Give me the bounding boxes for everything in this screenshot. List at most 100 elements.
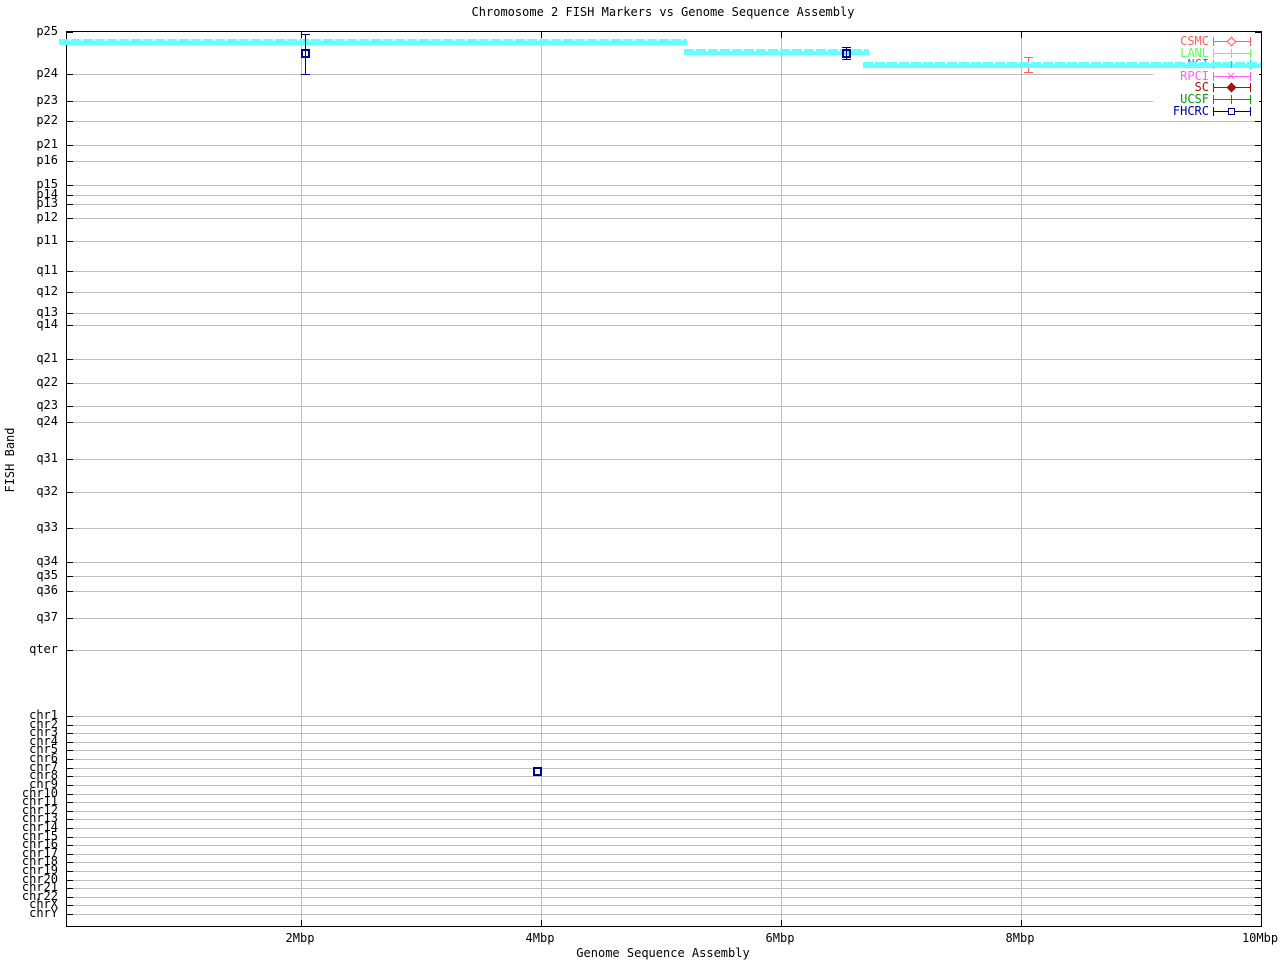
- y-tick-label: p21: [36, 137, 58, 151]
- y-tick-mark-mirror: [1255, 819, 1261, 821]
- y-tick-mark-mirror: [1255, 750, 1261, 752]
- y-tick-mark-mirror: [1255, 184, 1261, 186]
- x-tick-label: 10Mbp: [1241, 931, 1279, 945]
- gridline-horizontal: [67, 862, 1261, 864]
- gridline-horizontal: [67, 145, 1261, 146]
- y-tick-mark-mirror: [1255, 888, 1261, 890]
- y-tick-mark: [67, 836, 73, 838]
- gridline-horizontal: [67, 74, 1261, 76]
- y-tick-label: q34: [36, 553, 58, 568]
- legend-sample-cap: [1250, 48, 1251, 58]
- y-tick-mark-mirror: [1255, 715, 1261, 717]
- y-tick-mark: [67, 618, 73, 620]
- legend-sample-cap: [1250, 106, 1251, 116]
- gridline-horizontal: [67, 561, 1261, 563]
- y-tick-mark: [67, 750, 73, 752]
- y-tick-mark-mirror: [1255, 914, 1261, 916]
- y-tick-mark-mirror: [1255, 204, 1261, 205]
- y-tick-mark-mirror: [1255, 793, 1261, 795]
- y-tick-label: p25: [36, 24, 58, 38]
- y-tick-mark: [67, 291, 73, 293]
- y-tick-mark: [67, 793, 73, 795]
- chart-title: Chromosome 2 FISH Markers vs Genome Sequ…: [471, 5, 855, 19]
- y-tick-mark-mirror: [1255, 241, 1261, 243]
- y-tick-mark: [67, 74, 73, 76]
- csmc-errorbar-cap: [1024, 71, 1034, 73]
- y-tick-mark: [67, 905, 73, 907]
- gridline-horizontal: [67, 204, 1261, 205]
- y-tick-label: p23: [36, 93, 58, 108]
- gridline-horizontal: [67, 784, 1261, 786]
- gridline-horizontal: [67, 905, 1261, 907]
- y-tick-label: q12: [36, 283, 58, 298]
- y-tick-mark-mirror: [1255, 827, 1261, 829]
- gridline-horizontal: [67, 827, 1261, 829]
- y-tick-label: q24: [36, 413, 58, 428]
- y-tick-label: p12: [36, 209, 58, 224]
- y-tick-mark: [67, 827, 73, 829]
- y-tick-label: q36: [36, 583, 58, 598]
- y-tick-mark: [67, 120, 73, 122]
- y-tick-mark: [67, 914, 73, 916]
- legend-sample-cap: [1250, 37, 1251, 46]
- x-tick-label: 2Mbp: [285, 931, 315, 945]
- gridline-horizontal: [67, 405, 1261, 407]
- legend-sample-cap: [1213, 48, 1214, 58]
- y-tick-mark-mirror: [1255, 862, 1261, 864]
- gridline-horizontal: [67, 793, 1261, 795]
- y-tick-mark: [67, 421, 73, 423]
- gridline-horizontal: [67, 184, 1261, 186]
- gridline-horizontal: [67, 724, 1261, 726]
- y-tick-mark: [67, 724, 73, 726]
- gridline-horizontal: [67, 888, 1261, 890]
- legend-sample-cap: [1250, 83, 1251, 93]
- y-tick-mark-mirror: [1255, 724, 1261, 726]
- y-tick-label: q32: [36, 483, 58, 498]
- gridline-horizontal: [67, 810, 1261, 812]
- x-tick-mark-mirror: [301, 32, 302, 38]
- legend-label: FHCRC: [1172, 103, 1209, 118]
- gridline-horizontal: [67, 759, 1261, 761]
- y-tick-mark-mirror: [1255, 217, 1261, 219]
- x-tick-mark: [301, 920, 302, 926]
- y-tick-mark: [67, 733, 73, 735]
- gridline-horizontal: [67, 527, 1261, 529]
- y-tick-mark: [67, 879, 73, 881]
- y-tick-mark: [67, 561, 73, 563]
- y-tick-mark-mirror: [1255, 458, 1261, 460]
- y-tick-mark-mirror: [1255, 618, 1261, 620]
- legend-sample-cap: [1250, 95, 1251, 104]
- y-tick-mark-mirror: [1255, 650, 1261, 652]
- legend-sample-cap: [1213, 95, 1214, 104]
- gridline-horizontal: [67, 879, 1261, 881]
- gridline-horizontal: [67, 291, 1261, 293]
- gridline-horizontal: [67, 421, 1261, 423]
- x-tick-mark-mirror: [541, 32, 542, 38]
- y-tick-mark: [67, 270, 73, 272]
- y-tick-label: q11: [36, 262, 58, 277]
- y-tick-mark: [67, 650, 73, 652]
- y-tick-mark-mirror: [1255, 759, 1261, 761]
- y-tick-mark: [67, 819, 73, 821]
- y-tick-mark-mirror: [1255, 776, 1261, 778]
- square-marker-icon: [1228, 107, 1235, 115]
- gridline-horizontal: [67, 896, 1261, 898]
- legend-sample-cap: [1213, 37, 1214, 46]
- gridline-horizontal: [67, 591, 1261, 593]
- y-tick-label: p11: [36, 233, 58, 248]
- gridline-horizontal: [67, 194, 1261, 196]
- x-tick-mark: [1021, 920, 1022, 926]
- y-tick-mark: [67, 784, 73, 786]
- fhcrc-errorbar-cap: [300, 33, 310, 35]
- y-tick-mark-mirror: [1255, 879, 1261, 881]
- y-tick-mark: [67, 204, 73, 205]
- y-tick-mark: [67, 405, 73, 407]
- y-tick-mark-mirror: [1255, 733, 1261, 735]
- y-tick-mark: [67, 871, 73, 873]
- x-tick-mark: [781, 920, 782, 926]
- x-tick-mark-mirror: [781, 32, 782, 38]
- y-tick-mark: [67, 802, 73, 804]
- gridline-horizontal: [67, 741, 1261, 743]
- data-bar-nci: [58, 39, 688, 45]
- y-tick-label: q31: [36, 450, 58, 465]
